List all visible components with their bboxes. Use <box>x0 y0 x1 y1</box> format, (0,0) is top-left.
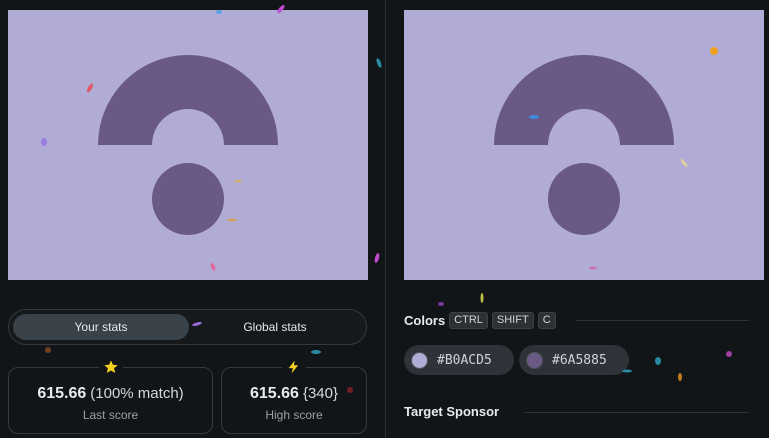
colors-title: Colors <box>404 313 446 328</box>
swatch-dot-icon <box>526 351 543 369</box>
high-score-label: High score <box>265 408 323 422</box>
last-score-value-row: 615.66 (100% match) <box>9 385 212 403</box>
high-score-value-row: 615.66 {340} <box>222 385 366 403</box>
sponsor-title: Target Sponsor <box>404 404 500 419</box>
color-swatch-background[interactable]: #B0ACD5 <box>404 345 514 375</box>
colors-header: Colors CTRL SHIFT C <box>404 312 556 329</box>
high-score-count: {340} <box>302 385 338 402</box>
left-pane: Your stats Global stats 615.66 (100% matc… <box>0 0 385 438</box>
target-drawing <box>494 55 674 235</box>
high-score-value: 615.66 <box>250 385 299 402</box>
player-canvas[interactable] <box>8 10 368 280</box>
sponsor-divider <box>524 412 749 413</box>
player-half-ring <box>98 55 278 145</box>
swatch-hex: #6A5885 <box>552 352 607 368</box>
last-score-match: (100% match) <box>90 385 184 402</box>
tab-your-stats[interactable]: Your stats <box>13 314 189 340</box>
swatch-hex: #B0ACD5 <box>437 352 492 368</box>
shortcut-key-shift: SHIFT <box>491 312 534 329</box>
target-canvas <box>404 10 764 280</box>
swatch-dot-icon <box>411 351 428 369</box>
color-swatch-shape[interactable]: #6A5885 <box>519 345 629 375</box>
lightning-icon <box>282 356 306 378</box>
high-score-card: 615.66 {340} High score <box>221 356 367 434</box>
sponsor-header: Target Sponsor <box>404 404 499 419</box>
player-drawing <box>98 55 278 235</box>
colors-divider <box>576 320 749 321</box>
target-half-ring <box>494 55 674 145</box>
last-score-value: 615.66 <box>37 385 87 402</box>
tab-global-stats[interactable]: Global stats <box>187 314 363 340</box>
right-pane: Colors CTRL SHIFT C #B0ACD5 #6A5885 Targ… <box>386 0 769 438</box>
shortcut-key-ctrl: CTRL <box>449 312 488 329</box>
last-score-card: 615.66 (100% match) Last score <box>8 356 213 434</box>
target-circle <box>548 163 620 235</box>
shortcut-key-c: C <box>537 312 556 329</box>
player-circle <box>152 163 224 235</box>
last-score-label: Last score <box>82 408 139 422</box>
stats-tabs: Your stats Global stats <box>8 309 367 345</box>
star-icon <box>98 356 123 378</box>
